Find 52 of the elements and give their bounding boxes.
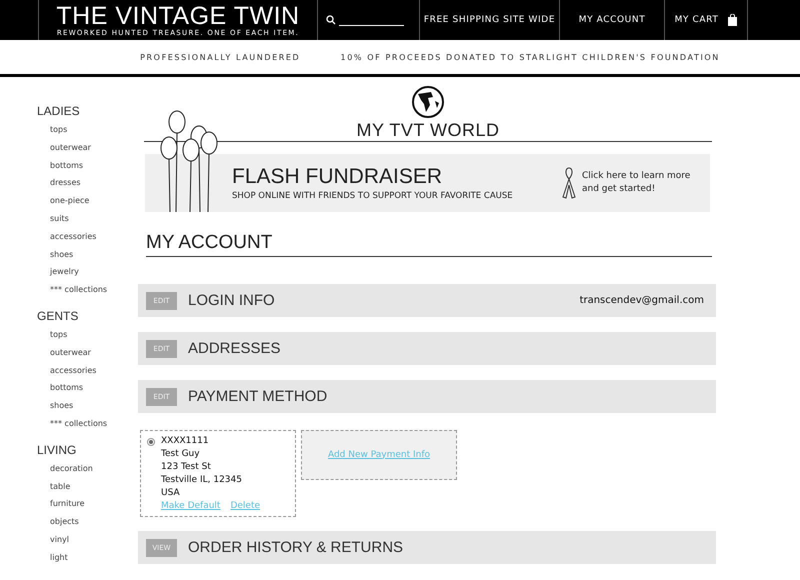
category-link[interactable]: bottoms [37, 379, 138, 398]
category-link[interactable]: furniture [37, 495, 138, 514]
category-link[interactable]: dresses [37, 174, 138, 192]
fundraiser-subtitle: SHOP ONLINE WITH FRIENDS TO SUPPORT YOUR FAVORITE CAUSE [232, 191, 513, 201]
category-link[interactable]: outerwear [37, 138, 138, 157]
nav-link[interactable]: MY ACCOUNT [560, 0, 665, 40]
category-link[interactable]: shoes [37, 246, 138, 264]
card-text: XXXX1111 [161, 435, 210, 448]
card-text: Test Guy [161, 448, 201, 461]
category-link[interactable]: suits [37, 210, 138, 228]
fundraiser-title: FLASH FUNDRAISER [232, 165, 444, 189]
category-link[interactable]: objects [37, 513, 138, 531]
section-title: ADDRESSES [188, 340, 281, 357]
category-link[interactable]: jewelry [37, 263, 138, 282]
promo-text: 10% OF PROCEEDS DONATED TO STARLIGHT CHILDREN'S FOUNDATION [340, 52, 720, 62]
learn-more-link[interactable]: Click here to learn more and get started! [561, 167, 692, 199]
search-icon[interactable] [326, 15, 336, 25]
category-link[interactable]: vinyl [37, 530, 138, 549]
shopping-bag-icon [728, 14, 738, 26]
category-link[interactable]: accessories [37, 362, 138, 380]
category-link[interactable]: bottoms [37, 156, 138, 174]
section-heading: MY ACCOUNT [146, 232, 712, 257]
category-link[interactable]: accessories [37, 228, 138, 246]
category-link[interactable]: shoes [37, 397, 138, 415]
card-text: 123 Test St [161, 461, 212, 474]
nav-link[interactable]: FREE SHIPPING SITE WIDE [420, 0, 560, 40]
category-link[interactable]: one-piece [37, 192, 138, 210]
nav-link[interactable]: MY CART [665, 0, 748, 40]
category-heading[interactable]: GENTS [37, 308, 138, 323]
category-link[interactable]: tops [37, 326, 138, 344]
page-title: MY TVT WORLD [356, 120, 500, 141]
card-text: Testville IL, 12345 [161, 474, 243, 487]
category-heading[interactable]: LIVING [37, 442, 138, 457]
section-title: LOGIN INFO [188, 292, 275, 309]
category-link[interactable]: *** collections [37, 281, 138, 299]
category-link[interactable]: light [37, 548, 138, 567]
category-link[interactable]: tops [37, 121, 138, 139]
ribbon-icon [561, 167, 577, 199]
card-text: USA [161, 487, 181, 500]
logo-title: THE VINTAGE TWIN [56, 3, 300, 29]
promo-text: PROFESSIONALLY LAUNDERED [140, 52, 300, 62]
account-email: transcendev@gmail.com [580, 295, 704, 306]
category-link[interactable]: table [37, 478, 138, 496]
category-link[interactable]: decoration [37, 460, 138, 478]
radio-button[interactable] [147, 438, 155, 446]
section-title: ORDER HISTORY & RETURNS [188, 539, 404, 556]
section-title: PAYMENT METHOD [188, 388, 328, 405]
globe-icon [411, 85, 445, 119]
category-link[interactable]: *** collections [37, 414, 138, 433]
fundraiser-banner[interactable]: FLASH FUNDRAISER SHOP ONLINE WITH FRIENDS TO SUPPORT YOUR FAVORITE CAUSE Click here to learn more and get started! [145, 154, 710, 212]
category-heading[interactable]: LADIES [37, 104, 138, 118]
category-link[interactable]: outerwear [37, 344, 138, 362]
